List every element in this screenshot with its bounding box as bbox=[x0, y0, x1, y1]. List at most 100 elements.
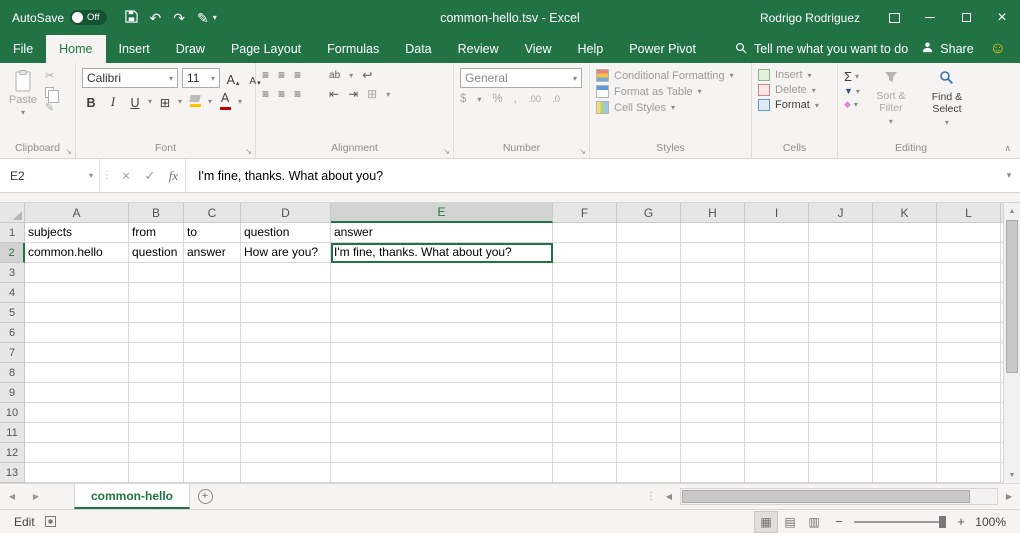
accounting-format-icon[interactable]: $ bbox=[460, 93, 466, 105]
tab-draw[interactable]: Draw bbox=[163, 35, 218, 63]
cell-J9[interactable] bbox=[809, 383, 873, 403]
bold-button[interactable]: B bbox=[82, 92, 100, 111]
percent-style-icon[interactable]: % bbox=[492, 93, 502, 105]
cell-C4[interactable] bbox=[184, 283, 241, 303]
number-format-select[interactable]: General ▾ bbox=[460, 68, 582, 88]
increase-decimal-icon[interactable]: .00 bbox=[528, 94, 541, 105]
cell-J8[interactable] bbox=[809, 363, 873, 383]
cell-E6[interactable] bbox=[331, 323, 553, 343]
copy-icon[interactable] bbox=[45, 87, 54, 98]
cell-J4[interactable] bbox=[809, 283, 873, 303]
cell-C8[interactable] bbox=[184, 363, 241, 383]
cell-A13[interactable] bbox=[25, 463, 129, 483]
hscroll-right-icon[interactable]: ▶ bbox=[998, 484, 1020, 509]
cell-G6[interactable] bbox=[617, 323, 681, 343]
comma-style-icon[interactable]: , bbox=[514, 93, 517, 105]
cell-L10[interactable] bbox=[937, 403, 1001, 423]
top-align-icon[interactable]: ≡ bbox=[262, 68, 269, 82]
cell-H1[interactable] bbox=[681, 223, 745, 243]
cell-A5[interactable] bbox=[25, 303, 129, 323]
cell-H3[interactable] bbox=[681, 263, 745, 283]
align-left-icon[interactable]: ≡ bbox=[262, 87, 269, 101]
cell-E5[interactable] bbox=[331, 303, 553, 323]
sheet-nav-left-icon[interactable]: ◀ bbox=[0, 484, 24, 509]
tab-home[interactable]: Home bbox=[46, 35, 105, 63]
cell-A9[interactable] bbox=[25, 383, 129, 403]
increase-indent-icon[interactable]: ⇥ bbox=[348, 87, 358, 101]
cell-J10[interactable] bbox=[809, 403, 873, 423]
clipboard-dialog-launcher-icon[interactable]: ↘ bbox=[65, 147, 72, 156]
cell-H11[interactable] bbox=[681, 423, 745, 443]
cell-G8[interactable] bbox=[617, 363, 681, 383]
alignment-dialog-launcher-icon[interactable]: ↘ bbox=[443, 147, 450, 156]
cell-H5[interactable] bbox=[681, 303, 745, 323]
font-family-select[interactable]: Calibri ▾ bbox=[82, 68, 178, 88]
cell-K13[interactable] bbox=[873, 463, 937, 483]
cell-C11[interactable] bbox=[184, 423, 241, 443]
tab-page-layout[interactable]: Page Layout bbox=[218, 35, 314, 63]
cell-L7[interactable] bbox=[937, 343, 1001, 363]
name-box[interactable]: E2 ▾ bbox=[0, 159, 100, 192]
fill-color-dropdown-icon[interactable]: ▾ bbox=[208, 97, 212, 106]
paste-button[interactable]: Paste ▾ bbox=[6, 68, 40, 141]
sheet-nav-right-icon[interactable]: ▶ bbox=[24, 484, 48, 509]
column-header-F[interactable]: F bbox=[553, 203, 617, 223]
cell-E7[interactable] bbox=[331, 343, 553, 363]
cell-A7[interactable] bbox=[25, 343, 129, 363]
format-painter-icon[interactable]: ✎ bbox=[45, 103, 54, 114]
cell-J1[interactable] bbox=[809, 223, 873, 243]
cell-K2[interactable] bbox=[873, 243, 937, 263]
cell-H8[interactable] bbox=[681, 363, 745, 383]
cell-J3[interactable] bbox=[809, 263, 873, 283]
tab-power-pivot[interactable]: Power Pivot bbox=[616, 35, 709, 63]
cell-B9[interactable] bbox=[129, 383, 184, 403]
cell-B1[interactable]: from bbox=[129, 223, 184, 243]
cell-E12[interactable] bbox=[331, 443, 553, 463]
cell-F13[interactable] bbox=[553, 463, 617, 483]
cell-J2[interactable] bbox=[809, 243, 873, 263]
decrease-indent-icon[interactable]: ⇤ bbox=[329, 87, 339, 101]
cell-G4[interactable] bbox=[617, 283, 681, 303]
macro-record-icon[interactable] bbox=[45, 516, 56, 527]
tab-insert[interactable]: Insert bbox=[106, 35, 163, 63]
cell-D2[interactable]: How are you? bbox=[241, 243, 331, 263]
cell-L12[interactable] bbox=[937, 443, 1001, 463]
cell-K9[interactable] bbox=[873, 383, 937, 403]
cell-L2[interactable] bbox=[937, 243, 1001, 263]
cell-C13[interactable] bbox=[184, 463, 241, 483]
cell-K11[interactable] bbox=[873, 423, 937, 443]
autosum-button[interactable]: Σ ▾ bbox=[844, 70, 860, 83]
bottom-align-icon[interactable]: ≡ bbox=[294, 68, 301, 82]
cell-G5[interactable] bbox=[617, 303, 681, 323]
cell-A1[interactable]: subjects bbox=[25, 223, 129, 243]
scroll-down-icon[interactable]: ▼ bbox=[1004, 467, 1020, 483]
cell-I13[interactable] bbox=[745, 463, 809, 483]
cell-E10[interactable] bbox=[331, 403, 553, 423]
cell-D8[interactable] bbox=[241, 363, 331, 383]
zoom-slider[interactable] bbox=[854, 521, 946, 523]
cell-K4[interactable] bbox=[873, 283, 937, 303]
row-header-13[interactable]: 13 bbox=[0, 463, 25, 483]
save-icon[interactable] bbox=[125, 10, 138, 25]
cell-F5[interactable] bbox=[553, 303, 617, 323]
font-color-dropdown-icon[interactable]: ▾ bbox=[238, 97, 242, 106]
cell-K12[interactable] bbox=[873, 443, 937, 463]
zoom-slider-thumb[interactable] bbox=[939, 516, 946, 528]
merge-center-icon[interactable]: ⊞ bbox=[367, 87, 377, 101]
format-as-table-button[interactable]: Format as Table ▾ bbox=[596, 85, 734, 98]
font-dialog-launcher-icon[interactable]: ↘ bbox=[245, 147, 252, 156]
pen-mode-icon[interactable]: ✎ bbox=[197, 11, 209, 25]
cell-G3[interactable] bbox=[617, 263, 681, 283]
cell-A8[interactable] bbox=[25, 363, 129, 383]
cell-K10[interactable] bbox=[873, 403, 937, 423]
cell-J7[interactable] bbox=[809, 343, 873, 363]
page-break-view-button[interactable]: ▥ bbox=[802, 511, 826, 533]
cell-E4[interactable] bbox=[331, 283, 553, 303]
cell-I4[interactable] bbox=[745, 283, 809, 303]
enter-entry-button[interactable]: ✓ bbox=[138, 159, 162, 192]
cell-A4[interactable] bbox=[25, 283, 129, 303]
hscroll-left-icon[interactable]: ◀ bbox=[658, 484, 680, 509]
cell-B11[interactable] bbox=[129, 423, 184, 443]
row-header-4[interactable]: 4 bbox=[0, 283, 25, 303]
row-header-1[interactable]: 1 bbox=[0, 223, 25, 243]
